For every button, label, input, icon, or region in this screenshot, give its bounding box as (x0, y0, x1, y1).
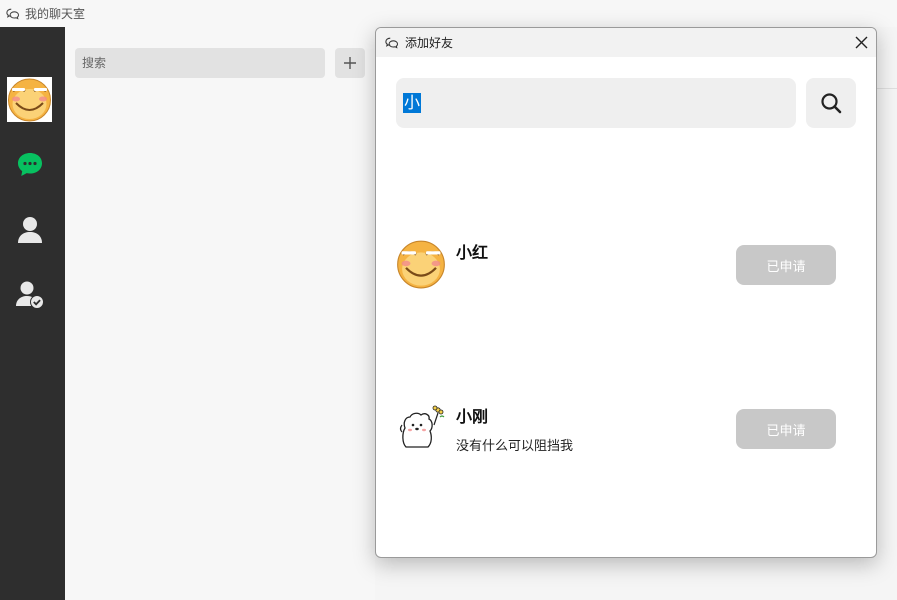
result-avatar (396, 239, 446, 289)
close-button[interactable] (852, 33, 870, 51)
friend-search-input[interactable]: 小 (396, 78, 796, 128)
user-avatar[interactable] (7, 77, 52, 122)
sidebar (0, 27, 65, 600)
smiley-face-avatar (396, 239, 446, 289)
result-name: 小刚 (456, 407, 489, 426)
smiley-face-avatar (7, 77, 52, 122)
window-titlebar: 我的聊天室 (0, 0, 897, 27)
window-title: 我的聊天室 (25, 7, 86, 21)
chat-bubbles-icon (6, 8, 20, 20)
result-name: 小红 (456, 243, 489, 262)
divider (875, 88, 897, 89)
search-result-item: 小刚 没有什么可以阻挡我 已申请 (396, 403, 856, 463)
add-friend-dialog: 添加好友 小 小红 已申请 小刚 没有什么可以阻挡我 已申请 (375, 27, 877, 558)
search-value: 小 (403, 93, 422, 113)
chat-bubbles-icon (385, 37, 399, 49)
sidebar-item-friend-requests[interactable] (12, 277, 48, 313)
result-avatar (396, 403, 446, 453)
dialog-title: 添加好友 (405, 36, 454, 50)
search-icon (821, 93, 842, 114)
plus-icon (344, 57, 356, 69)
search-button[interactable] (806, 78, 856, 128)
cartoon-dog-avatar (396, 403, 446, 453)
sidebar-item-chat[interactable] (12, 147, 48, 183)
add-button[interactable] (335, 48, 365, 78)
person-check-icon (16, 281, 44, 309)
applied-button[interactable]: 已申请 (736, 409, 836, 449)
person-icon (18, 217, 42, 243)
applied-button[interactable]: 已申请 (736, 245, 836, 285)
close-icon (855, 36, 867, 48)
contact-list-panel (65, 27, 375, 600)
result-signature: 没有什么可以阻挡我 (456, 439, 574, 454)
search-result-item: 小红 已申请 (396, 239, 856, 299)
dialog-titlebar: 添加好友 (376, 28, 876, 57)
sidebar-item-contacts[interactable] (12, 212, 48, 248)
search-input[interactable] (75, 48, 325, 78)
chat-bubble-icon (18, 153, 42, 176)
